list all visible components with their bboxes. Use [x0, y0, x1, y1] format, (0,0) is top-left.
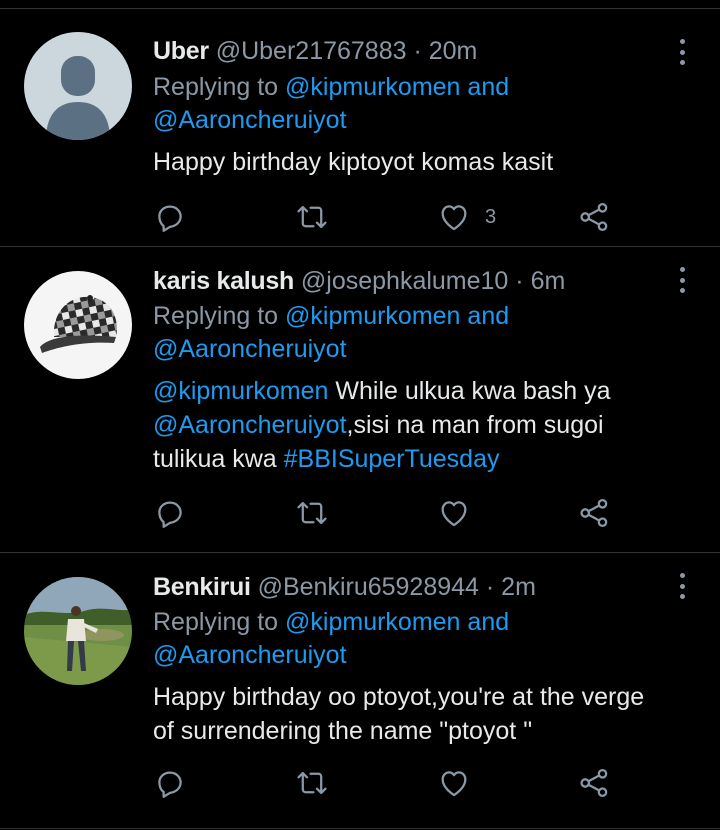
action-bar: 3	[153, 199, 623, 235]
avatar[interactable]	[24, 32, 132, 140]
tweet-karis-kalush[interactable]: karis kalush @josephkalume10 · 6m Replyi…	[0, 247, 720, 553]
like-button[interactable]	[437, 765, 471, 801]
and-text[interactable]: and	[460, 302, 509, 330]
share-button[interactable]	[577, 199, 611, 235]
replying-prefix: Replying to	[153, 73, 286, 101]
share-icon	[580, 768, 608, 798]
retweet-button[interactable]	[295, 199, 329, 235]
reply-button[interactable]	[153, 199, 187, 235]
checkered-cap-image	[40, 295, 117, 353]
retweet-button[interactable]	[295, 765, 329, 801]
reply-icon	[158, 205, 182, 232]
action-bar	[153, 495, 623, 531]
mention-link[interactable]: @kipmurkomen	[285, 302, 460, 330]
action-bar	[153, 765, 623, 801]
replying-to: Replying to @kipmurkomen and @Aaroncheru…	[153, 606, 670, 672]
mention-link[interactable]: @Aaroncheruiyot	[153, 106, 347, 134]
tweet-benkirui[interactable]: Benkirui @Benkiru65928944 · 2m Replying …	[0, 553, 720, 829]
tweet-header: Benkirui @Benkiru65928944 · 2m	[153, 570, 670, 604]
reply-button[interactable]	[153, 765, 187, 801]
mention-link[interactable]: @kipmurkomen	[285, 73, 460, 101]
avatar[interactable]	[24, 577, 132, 685]
share-icon	[580, 498, 608, 528]
display-name[interactable]: Uber	[153, 37, 209, 65]
tweet-header: Uber @Uber21767883 · 20m	[153, 34, 670, 68]
retweet-button[interactable]	[295, 495, 329, 531]
handle[interactable]: @Uber21767883	[216, 37, 407, 65]
tweet-header: karis kalush @josephkalume10 · 6m	[153, 264, 670, 298]
timestamp[interactable]: 2m	[501, 573, 536, 601]
display-name[interactable]: Benkirui	[153, 573, 251, 601]
reply-button[interactable]	[153, 495, 187, 531]
reply-icon	[158, 501, 182, 528]
like-icon	[441, 771, 467, 797]
separator: ·	[406, 37, 429, 65]
mention-link[interactable]: @kipmurkomen	[153, 377, 328, 405]
timestamp[interactable]: 20m	[429, 37, 478, 65]
display-name[interactable]: karis kalush	[153, 267, 294, 295]
reply-icon	[158, 771, 182, 798]
tweet-uber[interactable]: Uber @Uber21767883 · 20m Replying to @ki…	[0, 9, 720, 247]
timestamp[interactable]: 6m	[531, 267, 566, 295]
like-count: 3	[485, 205, 497, 228]
tweet-text: Happy birthday oo ptoyot,you're at the v…	[153, 683, 645, 745]
tweet-text: Happy birthday kiptoyot komas kasit	[153, 148, 554, 176]
default-avatar-icon	[46, 56, 110, 140]
handle[interactable]: @Benkiru65928944	[258, 573, 479, 601]
and-text[interactable]: and	[460, 608, 509, 636]
retweet-icon	[297, 501, 327, 525]
more-options-icon[interactable]	[678, 39, 686, 65]
separator: ·	[508, 267, 531, 295]
tweet-text: @kipmurkomen While ulkua kwa bash ya @Aa…	[153, 374, 670, 476]
and-text[interactable]: and	[460, 73, 509, 101]
replying-to: Replying to @kipmurkomen and @Aaroncheru…	[153, 71, 670, 137]
like-button[interactable]: 3	[437, 199, 496, 235]
mention-link[interactable]: @Aaroncheruiyot	[153, 411, 347, 439]
hashtag-link[interactable]: #BBISuperTuesday	[284, 445, 500, 473]
mention-link[interactable]: @Aaroncheruiyot	[153, 335, 347, 363]
retweet-icon	[297, 771, 327, 795]
mention-link[interactable]: @Aaroncheruiyot	[153, 641, 347, 669]
man-on-grass-image	[24, 577, 132, 685]
share-button[interactable]	[577, 495, 611, 531]
handle[interactable]: @josephkalume10	[301, 267, 508, 295]
share-button[interactable]	[577, 765, 611, 801]
replying-prefix: Replying to	[153, 302, 286, 330]
like-icon	[441, 205, 467, 231]
share-icon	[580, 202, 608, 232]
replying-to: Replying to @kipmurkomen and @Aaroncheru…	[153, 300, 670, 366]
text-span: While ulkua kwa bash ya	[328, 377, 611, 405]
replying-prefix: Replying to	[153, 608, 286, 636]
avatar[interactable]	[24, 271, 132, 379]
retweet-icon	[297, 205, 327, 229]
mention-link[interactable]: @kipmurkomen	[285, 608, 460, 636]
like-button[interactable]	[437, 495, 471, 531]
separator: ·	[478, 573, 502, 601]
more-options-icon[interactable]	[678, 267, 686, 293]
like-icon	[441, 501, 467, 527]
top-divider	[0, 0, 720, 9]
more-options-icon[interactable]	[678, 573, 686, 599]
